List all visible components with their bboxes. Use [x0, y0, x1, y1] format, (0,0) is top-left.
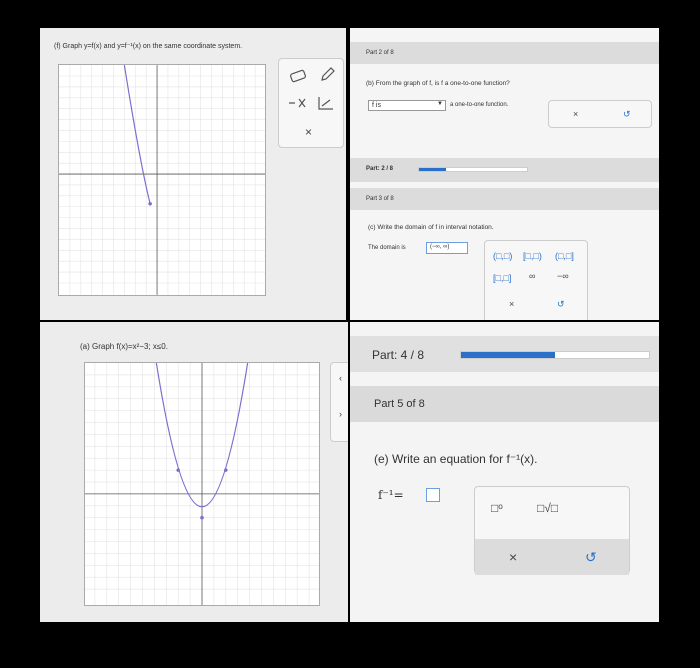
progress-label-4: Part: 4 / 8	[372, 348, 424, 362]
exponent-button[interactable]: □ᵒ	[491, 501, 503, 515]
interval-toolbox: (□,□) [□,□) (□,□] [□,□] ∞ −∞ × ↺	[484, 240, 588, 320]
equation-toolbox: □ᵒ □√□ × ↺	[474, 486, 630, 575]
graph-line-icon[interactable]	[317, 95, 335, 111]
part-3-label: Part 3 of 8	[366, 196, 394, 202]
infinity-button[interactable]: ∞	[529, 271, 535, 281]
equation-prefix: f⁻¹=	[378, 488, 404, 502]
part-c-question: (c) Write the domain of f in interval no…	[368, 224, 494, 231]
part-b-toolbox: × ↺	[548, 100, 652, 128]
domain-label: The domain is	[368, 245, 406, 251]
panel-part-f: (f) Graph y=f(x) and y=f⁻¹(x) on the sam…	[40, 28, 346, 320]
close-icon[interactable]: ×	[509, 549, 517, 565]
closed-open-interval-button[interactable]: [□,□)	[523, 251, 542, 261]
one-to-one-select[interactable]: f is ▼	[368, 100, 446, 111]
progress-label-2: Part: 2 / 8	[366, 166, 394, 172]
part-f-prompt: (f) Graph y=f(x) and y=f⁻¹(x) on the sam…	[54, 43, 243, 50]
part-4-progress-bar: Part: 4 / 8	[350, 336, 659, 372]
graph-part-a[interactable]	[84, 362, 320, 606]
part-2-progress-bar: Part: 2 / 8	[350, 158, 659, 182]
part-5-header: Part 5 of 8	[350, 386, 659, 422]
chevron-down-icon: ▼	[437, 101, 443, 107]
part-b-question: (b) From the graph of f, is f a one-to-o…	[366, 80, 510, 87]
part-2-header: Part 2 of 8	[350, 42, 659, 64]
panel-part-e: Part: 4 / 8 Part 5 of 8 (e) Write an equ…	[350, 322, 659, 622]
progress-fill-4	[461, 352, 555, 358]
pencil-icon[interactable]	[319, 67, 335, 83]
select-value: f is	[372, 102, 381, 109]
close-icon[interactable]: ×	[305, 125, 312, 139]
equation-input[interactable]	[426, 488, 440, 502]
chevron-left-icon[interactable]: ‹	[339, 373, 342, 383]
closed-closed-interval-button[interactable]: [□,□]	[493, 273, 511, 283]
plot-point-icon[interactable]	[287, 97, 307, 109]
undo-icon[interactable]: ↺	[623, 109, 631, 120]
part-2-label: Part 2 of 8	[366, 50, 394, 56]
part-5-label: Part 5 of 8	[374, 398, 425, 410]
root-button[interactable]: □√□	[537, 501, 558, 515]
domain-input[interactable]: (−∞, ∞)	[426, 242, 468, 254]
progress-track-2	[418, 167, 528, 172]
graph-toolbox-a: ‹ ›	[330, 362, 348, 442]
close-icon[interactable]: ×	[509, 299, 514, 309]
progress-label-4-text: Part: 4 / 8	[372, 348, 425, 362]
chevron-right-icon[interactable]: ›	[339, 409, 342, 419]
open-open-interval-button[interactable]: (□,□)	[493, 251, 512, 261]
panel-part-a: (a) Graph f(x)=x²−3; x≤0. ‹ ›	[40, 322, 348, 622]
equation-toolbox-actions: × ↺	[475, 539, 629, 575]
part-e-question: (e) Write an equation for f⁻¹(x).	[374, 452, 538, 466]
part-3-header: Part 3 of 8	[350, 188, 659, 210]
part-b-answer-tail: a one-to-one function.	[450, 102, 509, 108]
close-icon[interactable]: ×	[573, 109, 578, 119]
eraser-icon[interactable]	[289, 69, 307, 83]
progress-track-4	[460, 351, 650, 359]
graph-toolbox: ×	[278, 58, 344, 148]
open-closed-interval-button[interactable]: (□,□]	[555, 251, 574, 261]
panel-part-b-c: Part 2 of 8 (b) From the graph of f, is …	[350, 28, 659, 320]
part-a-prompt: (a) Graph f(x)=x²−3; x≤0.	[80, 342, 168, 351]
undo-icon[interactable]: ↺	[557, 299, 565, 310]
undo-icon[interactable]: ↺	[585, 549, 597, 566]
progress-fill-2	[419, 168, 446, 171]
graph-part-f[interactable]	[58, 64, 266, 296]
negative-infinity-button[interactable]: −∞	[557, 271, 569, 281]
